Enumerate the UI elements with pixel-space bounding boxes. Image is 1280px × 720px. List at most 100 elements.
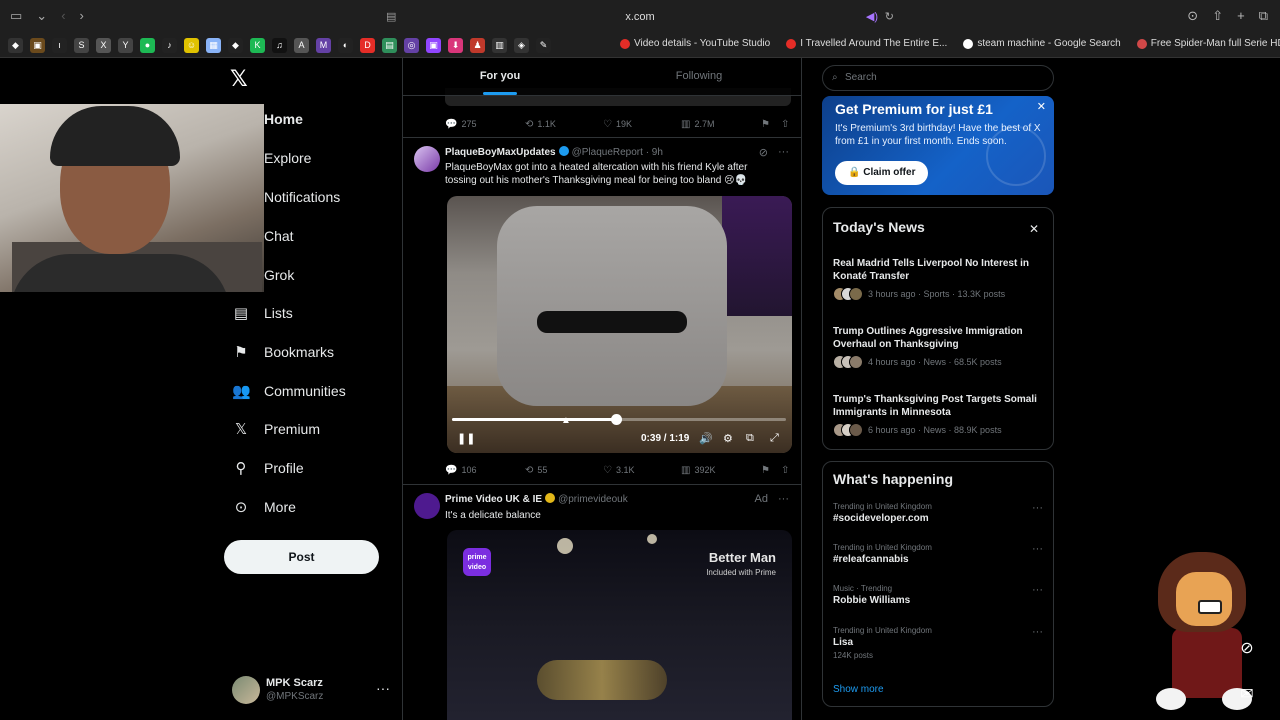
nav-premium[interactable]: 𝕏 Premium	[232, 420, 320, 438]
avatar	[232, 676, 260, 704]
avatar[interactable]	[414, 493, 440, 519]
search-input[interactable]: ⌕ Search	[822, 65, 1054, 91]
tab-overview-icon[interactable]: ⧉	[1259, 8, 1268, 24]
bookmark-tab[interactable]: Video details - YouTube Studio	[620, 38, 770, 49]
favicon[interactable]: ♟	[470, 38, 485, 53]
messages-icon[interactable]: ✉	[1236, 684, 1258, 706]
whats-happening-panel: What's happening Trending in United King…	[822, 461, 1054, 707]
site-icon	[1136, 38, 1147, 49]
trend-item[interactable]: Trending in United Kingdom Lisa 124K pos…	[833, 626, 1045, 660]
timeline: For you Following 💬 275 ⟲ 1.1K ♡ 19K ▥ 2.7M …	[402, 58, 802, 720]
post-ad[interactable]: Prime Video UK & IE @primevideouk Ad ··· I…	[403, 58, 801, 720]
sidebar-toggle-icon[interactable]: ▭	[10, 8, 22, 24]
favicon[interactable]: M	[316, 38, 331, 53]
claim-offer-button[interactable]: 🔒 Claim offer	[835, 161, 929, 185]
trend-item[interactable]: Trending in United Kingdom #socidevelope…	[833, 502, 1045, 524]
favicon[interactable]: ◐	[338, 38, 353, 53]
favicon[interactable]: ✎	[536, 38, 551, 53]
grok-icon[interactable]: ⊘	[1236, 638, 1258, 660]
nav-communities[interactable]: 👥 Communities	[232, 382, 346, 400]
news-item[interactable]: Real Madrid Tells Liverpool No Interest …	[833, 257, 1045, 301]
back-icon[interactable]: ‹	[61, 8, 65, 24]
nav-more[interactable]: ⊙ More	[232, 498, 296, 516]
reload-icon[interactable]: ↻	[885, 6, 894, 28]
bookmark-tab[interactable]: Free Spider-Man full Serie HD...	[1136, 38, 1280, 49]
bookmark-tab[interactable]: I Travelled Around The Entire E...	[786, 38, 947, 49]
favicon[interactable]: ı	[52, 38, 67, 53]
search-icon: ⌕	[832, 72, 838, 83]
favicon[interactable]: ⬇	[448, 38, 463, 53]
forward-icon[interactable]: ›	[80, 8, 84, 24]
nav-profile[interactable]: ⚲ Profile	[232, 459, 304, 477]
favicon[interactable]: K	[250, 38, 265, 53]
favicon[interactable]: ▣	[426, 38, 441, 53]
address-bar[interactable]: ▤ x.com ◀) ↻	[380, 6, 900, 28]
tab-following[interactable]: Following	[639, 70, 759, 82]
nav-lists[interactable]: ▤ Lists	[232, 304, 293, 322]
new-tab-icon[interactable]: +	[1237, 8, 1245, 24]
site-info-icon[interactable]: ▤	[386, 6, 396, 28]
favicon[interactable]: ▦	[206, 38, 221, 53]
avatar-stack	[833, 423, 863, 437]
favicon[interactable]: X	[96, 38, 111, 53]
tab-for-you[interactable]: For you	[440, 70, 560, 95]
close-icon[interactable]: ✕	[1037, 100, 1046, 113]
favicon[interactable]: ●	[140, 38, 155, 53]
account-name: MPK Scarz	[266, 677, 323, 689]
chevron-down-icon[interactable]: ⌄	[36, 8, 47, 24]
favicon[interactable]: D	[360, 38, 375, 53]
more-options-icon[interactable]: ···	[778, 493, 789, 505]
more-options-icon[interactable]: ···	[1032, 584, 1043, 596]
post-header: Prime Video UK & IE @primevideouk	[445, 493, 628, 505]
x-logo-icon[interactable]: 𝕏	[230, 66, 248, 92]
more-options-icon[interactable]: ···	[1032, 502, 1043, 514]
favicon[interactable]: ◎	[404, 38, 419, 53]
character-sticker-overlay: ⊘ ✉	[1152, 550, 1262, 720]
bookmarks-bar: ◆ ▣ ı S X Y ● ♪ ☺ ▦ ◆ K ♫ A M ◐ D ▤ ◎ ▣ …	[0, 34, 1280, 58]
favicon[interactable]: A	[294, 38, 309, 53]
bookmark-tab[interactable]: steam machine - Google Search	[963, 38, 1121, 49]
author-name[interactable]: Prime Video UK & IE	[445, 494, 542, 505]
favicon[interactable]: ♪	[162, 38, 177, 53]
favicon[interactable]: ☺	[184, 38, 199, 53]
favicon[interactable]: ▣	[30, 38, 45, 53]
trend-item[interactable]: Trending in United Kingdom #releafcannab…	[833, 543, 1045, 565]
audio-playing-icon[interactable]: ◀)	[866, 6, 878, 28]
sticker-body	[1172, 628, 1242, 698]
video-player[interactable]: prime video Better Man Included with Pri…	[447, 530, 792, 720]
post-text: It's a delicate balance	[445, 510, 541, 521]
favicon[interactable]: ♫	[272, 38, 287, 53]
video-frame-light	[647, 534, 657, 544]
favicon[interactable]: Y	[118, 38, 133, 53]
x-icon: 𝕏	[234, 421, 248, 438]
post-button[interactable]: Post	[224, 540, 379, 574]
account-switcher[interactable]: MPK Scarz @MPKScarz ···	[232, 676, 392, 708]
share-icon[interactable]: ⇧	[1212, 8, 1223, 24]
todays-news-panel: Today's News ✕ Real Madrid Tells Liverpo…	[822, 207, 1054, 450]
browser-right-controls: ⊙ ⇧ + ⧉	[1187, 8, 1268, 24]
youtube-icon	[786, 38, 797, 49]
more-options-icon: ···	[376, 680, 390, 696]
favicon[interactable]: ◈	[514, 38, 529, 53]
favicon[interactable]: ▤	[382, 38, 397, 53]
trend-item[interactable]: Music · Trending Robbie Williams ···	[833, 584, 1045, 606]
author-handle[interactable]: @primevideouk	[558, 494, 628, 505]
news-item[interactable]: Trump Outlines Aggressive Immigration Ov…	[833, 325, 1045, 369]
lock-icon: 🔒	[848, 167, 864, 178]
address-bar-text: x.com	[625, 11, 655, 23]
active-tab-indicator	[483, 92, 517, 95]
more-options-icon[interactable]: ···	[1032, 626, 1043, 638]
favicon[interactable]: ◆	[8, 38, 23, 53]
timeline-tabs: For you Following	[403, 58, 801, 96]
news-item[interactable]: Trump's Thanksgiving Post Targets Somali…	[833, 393, 1045, 437]
favicon[interactable]: ◆	[228, 38, 243, 53]
close-icon[interactable]: ✕	[1029, 222, 1039, 236]
post-top-actions: Ad ···	[755, 493, 789, 505]
favicon[interactable]: ▥	[492, 38, 507, 53]
avatar-stack	[833, 287, 863, 301]
download-icon[interactable]: ⊙	[1187, 8, 1198, 24]
nav-bookmarks[interactable]: ⚑ Bookmarks	[232, 343, 334, 361]
favicon[interactable]: S	[74, 38, 89, 53]
more-options-icon[interactable]: ···	[1032, 543, 1043, 555]
show-more-link[interactable]: Show more	[833, 684, 884, 695]
